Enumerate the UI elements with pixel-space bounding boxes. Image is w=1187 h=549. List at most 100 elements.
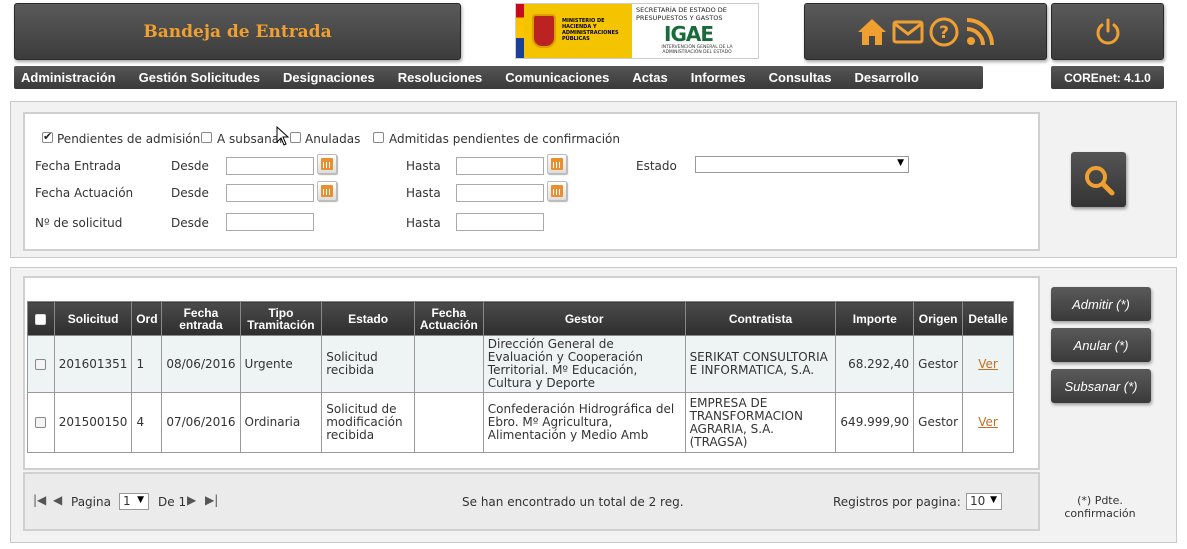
per-page-select[interactable]: 10 ▼: [966, 493, 1002, 510]
power-icon: [1096, 18, 1119, 44]
subsanar-button[interactable]: Subsanar (*): [1051, 369, 1151, 403]
fecha-actuacion-desde-input[interactable]: [226, 184, 314, 202]
menu-item-designaciones[interactable]: Designaciones: [283, 70, 375, 85]
igae-logo: MINISTERIO DE HACIENDA Y ADMINISTRACIONE…: [515, 3, 759, 59]
admitir-button[interactable]: Admitir (*): [1051, 287, 1151, 321]
home-icon[interactable]: [856, 16, 888, 48]
next-page-icon[interactable]: ▶: [187, 493, 196, 507]
mail-icon[interactable]: [892, 16, 924, 48]
fecha-actuacion-desde-label: Desde: [171, 186, 209, 200]
prev-page-icon[interactable]: ◀: [53, 493, 62, 507]
page-title: Bandeja de Entrada: [143, 21, 332, 42]
col-gestor[interactable]: Gestor: [482, 301, 686, 336]
col-estado[interactable]: Estado: [321, 301, 415, 336]
secretaria-name: SECRETARÍA DE ESTADO DE PRESUPUESTOS Y G…: [636, 6, 727, 22]
fecha-entrada-hasta-label: Hasta: [406, 159, 441, 173]
menu-item-comunicaciones[interactable]: Comunicaciones: [505, 70, 609, 85]
pending-confirmation-note: (*) Pdte. confirmación: [1064, 494, 1136, 520]
num-solicitud-hasta-label: Hasta: [406, 216, 441, 230]
page-title-box: Bandeja de Entrada: [14, 3, 461, 60]
row-checkbox[interactable]: [35, 417, 47, 428]
col-fecha-entrada[interactable]: Fecha entrada: [161, 301, 241, 336]
ver-detalle-link[interactable]: Ver: [978, 357, 998, 371]
checkbox-pendientes-admision[interactable]: [42, 130, 53, 143]
logout-button[interactable]: [1051, 3, 1164, 60]
rss-icon[interactable]: [964, 16, 996, 48]
menu-item-desarrollo[interactable]: Desarrollo: [854, 70, 918, 85]
search-button[interactable]: [1071, 152, 1126, 207]
estado-select[interactable]: ▼: [695, 156, 909, 173]
col-ord[interactable]: Ord: [131, 301, 163, 336]
checkbox-label-pendientes-admision: Pendientes de admisión: [57, 132, 201, 146]
cell-gestor: Dirección General de Evaluación y Cooper…: [482, 335, 686, 393]
page-select[interactable]: 1 ▼: [119, 493, 149, 510]
row-checkbox[interactable]: [35, 358, 47, 370]
calendar-icon[interactable]: [317, 181, 337, 201]
calendar-icon[interactable]: [317, 154, 337, 174]
dropdown-arrow-icon: ▼: [897, 158, 904, 168]
cell-importe: 68.292,40: [835, 335, 915, 393]
fecha-actuacion-hasta-input[interactable]: [456, 184, 544, 202]
de-label: De 1: [158, 495, 187, 509]
cell-fecha-entrada: 07/06/2016: [161, 392, 241, 453]
table-row[interactable]: 201500150 4 07/06/2016 Ordinaria Solicit…: [27, 392, 1014, 453]
fecha-entrada-hasta-input[interactable]: [456, 157, 544, 175]
first-page-icon[interactable]: |◀: [33, 493, 46, 507]
cell-tipo-tramitacion: Ordinaria: [239, 392, 323, 453]
ver-detalle-link[interactable]: Ver: [978, 415, 998, 429]
col-contratista[interactable]: Contratista: [684, 301, 837, 336]
results-panel: Solicitud Ord Fecha entrada Tipo Tramita…: [10, 267, 1177, 543]
cell-origen: Gestor: [913, 392, 964, 453]
select-all-checkbox[interactable]: [35, 313, 47, 325]
num-solicitud-desde-input[interactable]: [226, 213, 314, 231]
col-importe[interactable]: Importe: [835, 301, 915, 336]
cell-origen: Gestor: [913, 335, 964, 393]
dropdown-arrow-icon: ▼: [990, 495, 997, 505]
cell-contratista: EMPRESA DE TRANSFORMACION AGRARIA, S.A. …: [684, 392, 837, 453]
table-row[interactable]: 201601351 1 08/06/2016 Urgente Solicitud…: [27, 335, 1014, 393]
checkbox-label-anuladas: Anuladas: [305, 132, 361, 146]
checkbox-a-subsanar[interactable]: [201, 132, 212, 143]
checkbox-label-a-subsanar: A subsanar: [217, 132, 284, 146]
anular-button[interactable]: Anular (*): [1051, 328, 1151, 362]
help-icon[interactable]: ?: [928, 16, 960, 48]
menu-item-resoluciones[interactable]: Resoluciones: [398, 70, 483, 85]
fecha-entrada-desde-input[interactable]: [226, 157, 314, 175]
page-select-value: 1: [123, 494, 131, 508]
col-fecha-actuacion[interactable]: Fecha Actuación: [413, 301, 484, 336]
results-table: Solicitud Ord Fecha entrada Tipo Tramita…: [27, 301, 1014, 453]
cell-tipo-tramitacion: Urgente: [239, 335, 323, 393]
num-solicitud-desde-label: Desde: [171, 216, 209, 230]
cell-estado: Solicitud de modificación recibida: [321, 392, 415, 453]
coat-of-arms-icon: [532, 14, 556, 48]
per-page-label: Registros por pagina:: [833, 495, 961, 509]
col-detalle[interactable]: Detalle: [962, 301, 1014, 336]
fecha-actuacion-label: Fecha Actuación: [35, 186, 134, 200]
menu-item-consultas[interactable]: Consultas: [769, 70, 832, 85]
ministry-name: MINISTERIO DE HACIENDA Y ADMINISTRACIONE…: [562, 18, 619, 42]
dropdown-arrow-icon: ▼: [137, 495, 144, 505]
calendar-icon[interactable]: [547, 181, 567, 201]
checkbox-admitidas-pendientes[interactable]: [373, 132, 384, 143]
num-solicitud-hasta-input[interactable]: [456, 213, 544, 231]
last-page-icon[interactable]: ▶|: [205, 493, 218, 507]
fecha-entrada-label: Fecha Entrada: [35, 159, 122, 173]
col-origen[interactable]: Origen: [913, 301, 964, 336]
col-tipo-tramitacion[interactable]: Tipo Tramitación: [239, 301, 323, 336]
igae-brand: IGAE: [664, 22, 714, 46]
ministry-logo: MINISTERIO DE HACIENDA Y ADMINISTRACIONE…: [516, 4, 632, 58]
header-icons: ?: [804, 3, 1047, 60]
menu-item-gestion-solicitudes[interactable]: Gestión Solicitudes: [139, 70, 260, 85]
row-select-cell: [27, 335, 55, 393]
calendar-icon[interactable]: [547, 154, 567, 174]
menu-item-actas[interactable]: Actas: [632, 70, 667, 85]
menu-item-administracion[interactable]: Administración: [21, 70, 116, 85]
filter-panel: Pendientes de admisión A subsanar Anulad…: [10, 101, 1177, 258]
cell-fecha-actuacion: [413, 392, 484, 453]
num-solicitud-label: Nº de solicitud: [35, 216, 123, 230]
checkbox-anuladas[interactable]: [290, 132, 301, 143]
col-solicitud[interactable]: Solicitud: [53, 301, 133, 336]
fecha-entrada-desde-label: Desde: [171, 159, 209, 173]
menu-item-informes[interactable]: Informes: [691, 70, 746, 85]
fecha-actuacion-hasta-label: Hasta: [406, 186, 441, 200]
